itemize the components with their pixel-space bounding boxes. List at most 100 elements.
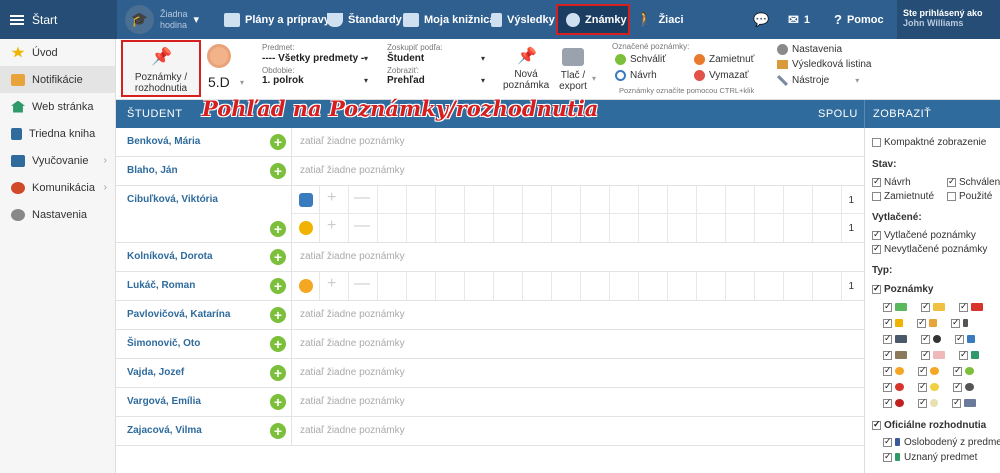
type-checkbox[interactable] [921,349,945,361]
add-note-icon[interactable]: + [270,365,286,381]
settings-link[interactable]: Nastavenia [777,44,842,55]
recognized-checkbox[interactable]: Uznaný predmet [883,451,977,463]
reject-button[interactable]: Zamietnuť [694,54,754,65]
draft-button[interactable]: Návrh [615,70,657,81]
sidebar-item-triedna-kniha[interactable]: Triedna kniha [0,120,115,147]
add-note-icon[interactable]: + [270,163,286,179]
official-decisions-checkbox[interactable]: Oficiálne rozhodnutia [872,419,986,431]
type-checkbox[interactable] [917,317,937,329]
type-checkbox[interactable] [955,333,975,345]
exempt-checkbox[interactable]: Oslobodený z predmetu [883,436,1000,448]
notes-type-checkbox[interactable]: Poznámky [872,283,933,295]
add-note-icon[interactable]: + [270,278,286,294]
tools-menu[interactable]: Nástroje ▾ [777,75,859,86]
rejected-checkbox[interactable]: Zamietnuté [872,191,934,202]
add-cell-icon[interactable]: + [327,189,336,207]
zobrazit-select[interactable]: Prehľad [387,75,425,86]
student-name[interactable]: Benková, Mária [127,136,200,147]
new-note-button[interactable]: 📌 Nová poznámka [503,42,549,94]
nav-students[interactable]: 🚶 Žiaci [636,0,684,39]
type-checkbox[interactable] [883,301,907,313]
class-selector[interactable]: 5.D [208,74,230,90]
type-checkbox[interactable] [921,301,945,313]
chat-button[interactable]: 💬 [753,0,769,39]
nav-results[interactable]: Výsledky [491,0,555,39]
sidebar-item-komunikacia[interactable]: Komunikácia › [0,174,115,201]
type-checkbox[interactable] [959,349,979,361]
type-checkbox[interactable] [883,349,907,361]
printed-checkbox[interactable]: Vytlačené poznámky [872,229,976,241]
type-checkbox[interactable] [952,397,976,409]
type-checkbox[interactable] [918,381,939,393]
remove-cell-icon[interactable]: — [354,189,370,207]
messages-button[interactable]: ✉ 1 [788,0,810,39]
type-checkbox[interactable] [918,365,939,377]
column-student[interactable]: Študent [127,108,182,120]
approved-checkbox[interactable]: Schválené [947,176,1000,188]
type-checkbox[interactable] [883,317,903,329]
add-cell-icon[interactable]: + [327,275,336,293]
nav-grades[interactable]: Známky [566,0,627,39]
add-note-icon[interactable]: + [270,134,286,150]
sidebar-item-uvod[interactable]: Úvod [0,39,115,66]
add-note-icon[interactable]: + [270,307,286,323]
compact-view-checkbox[interactable]: Kompaktné zobrazenie [872,137,986,148]
column-total[interactable]: Spolu [818,108,858,120]
type-checkbox[interactable] [953,381,974,393]
student-name[interactable]: Vajda, Jozef [127,367,184,378]
draft-checkbox[interactable]: Návrh [872,176,911,188]
user-info[interactable]: Ste prihlásený ako John Williams [897,0,1000,39]
chevron-right-icon: › [103,155,107,166]
add-cell-icon[interactable]: + [327,217,336,235]
sidebar-item-notifikacie[interactable]: Notifikácie [0,66,115,93]
sneaker-note-icon[interactable] [299,193,313,207]
medal-note-icon[interactable] [299,221,313,235]
start-menu-button[interactable]: Štart [0,0,117,39]
type-checkbox[interactable] [959,301,983,313]
help-button[interactable]: ? Pomoc [834,0,884,39]
zoskupit-select[interactable]: Študent [387,53,424,64]
add-note-icon[interactable]: + [270,336,286,352]
sidebar-item-label: Notifikácie [32,73,83,86]
nav-standards[interactable]: Štandardy [327,0,402,39]
student-name[interactable]: Vargová, Emília [127,396,201,407]
type-checkbox[interactable] [883,333,907,345]
add-note-icon[interactable]: + [270,423,286,439]
type-checkbox[interactable] [951,317,968,329]
approve-button[interactable]: Schváliť [615,54,666,65]
delete-button[interactable]: Vymazať [694,70,749,81]
student-name[interactable]: Zajacová, Vilma [127,425,202,436]
smiley-note-icon[interactable] [299,279,313,293]
student-name[interactable]: Blaho, Ján [127,165,178,176]
type-checkbox[interactable] [918,397,938,409]
type-checkbox[interactable] [921,333,941,345]
nav-plans[interactable]: Plány a prípravy [224,0,330,39]
sidebar-item-nastavenia[interactable]: Nastavenia [0,201,115,228]
predmet-select[interactable]: ---- Všetky predmety -- [262,53,368,64]
remove-cell-icon[interactable]: — [354,217,370,235]
table-row: Zajacová, Vilma + zatiaľ žiadne poznámky [116,417,864,446]
notes-decisions-button[interactable]: 📌 Poznámky / rozhodnutia [121,40,201,97]
add-note-icon[interactable]: + [270,221,286,237]
type-checkbox[interactable] [883,381,904,393]
type-checkbox[interactable] [953,365,974,377]
print-export-button[interactable]: Tlač / export ▾ [554,42,602,94]
sidebar-item-web[interactable]: Web stránka [0,93,115,120]
nav-library[interactable]: Moja knižnica [403,0,496,39]
sidebar-item-vyucovanie[interactable]: Vyučovanie › [0,147,115,174]
used-checkbox[interactable]: Použité [947,191,992,202]
type-checkbox[interactable] [883,365,904,377]
type-checkbox[interactable] [883,397,904,409]
lesson-selector[interactable]: 🎓 Žiadna hodina ▾ [125,5,199,34]
remove-cell-icon[interactable]: — [354,275,370,293]
student-name[interactable]: Kolníková, Dorota [127,251,213,262]
add-note-icon[interactable]: + [270,249,286,265]
results-list-link[interactable]: Výsledková listina [777,59,871,70]
student-name[interactable]: Pavlovičová, Katarína [127,309,230,320]
student-name[interactable]: Cibuľková, Viktória [127,194,218,205]
student-name[interactable]: Lukáč, Roman [127,280,195,291]
student-name[interactable]: Šimonovič, Oto [127,338,200,349]
add-note-icon[interactable]: + [270,394,286,410]
obdobie-select[interactable]: 1. polrok [262,75,304,86]
unprinted-checkbox[interactable]: Nevytlačené poznámky [872,243,987,255]
